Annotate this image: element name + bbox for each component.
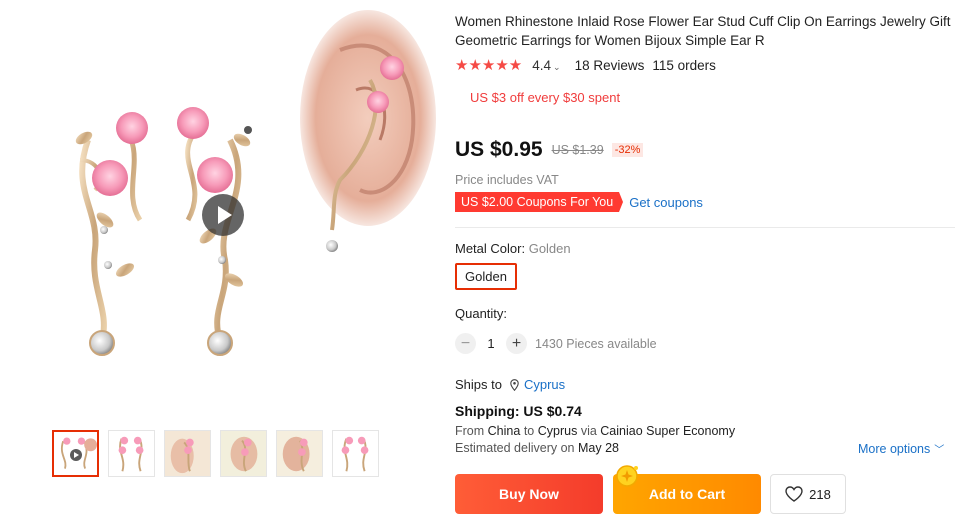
to-prefix: to (523, 424, 535, 438)
metal-color-label: Metal Color: Golden (455, 241, 571, 256)
sku-selected-value: Golden (528, 241, 571, 256)
wishlist-count: 218 (809, 486, 831, 502)
rating-number: 4.4 (532, 57, 552, 73)
vat-note: Price includes VAT (455, 173, 559, 187)
from-prefix: From (455, 424, 485, 438)
coin-icon (616, 465, 638, 487)
quantity-plus-button[interactable]: + (506, 333, 527, 354)
wishlist-button[interactable]: 218 (770, 474, 846, 514)
heart-icon (785, 486, 803, 502)
rating-row: ★★★★★ 4.4 ⌄ 18 Reviews 115 orders (455, 56, 716, 74)
store-promo[interactable]: US $3 off every $30 spent (470, 90, 620, 105)
delivery-date: May 28 (578, 441, 619, 455)
via-prefix: via (580, 424, 597, 438)
more-options-label: More options (858, 442, 931, 456)
shipping-cost: Shipping: US $0.74 (455, 403, 582, 419)
quantity-label: Quantity: (455, 306, 508, 321)
ship-country-select[interactable]: Cyprus (524, 377, 565, 392)
chevron-down-icon: ﹀ (934, 445, 945, 456)
rating-value[interactable]: 4.4 ⌄ (532, 58, 560, 73)
get-coupons-link[interactable]: Get coupons (629, 195, 703, 210)
star-rating-icon: ★★★★★ (455, 57, 523, 74)
thumbnail-image (277, 431, 322, 476)
destination-country: Cyprus (537, 424, 578, 438)
buy-now-button[interactable]: Buy Now (455, 474, 603, 514)
thumbnail-item[interactable] (52, 430, 99, 477)
thumbnail-item[interactable] (276, 430, 323, 477)
est-prefix: Estimated delivery on (455, 441, 575, 455)
thumbnail-image (221, 431, 266, 476)
divider (455, 227, 955, 228)
play-icon (70, 449, 82, 461)
product-title: Women Rhinestone Inlaid Rose Flower Ear … (455, 14, 951, 48)
reviews-link[interactable]: 18 Reviews (575, 58, 645, 73)
play-video-button[interactable] (202, 194, 244, 236)
thumbnail-strip (52, 430, 379, 477)
quantity-input[interactable]: 1 (476, 336, 506, 351)
discount-badge: -32% (611, 143, 644, 157)
stock-available: 1430 Pieces available (535, 336, 657, 351)
origin-country: China (487, 424, 521, 438)
shipping-route: From China to Cyprus via Cainiao Super E… (455, 424, 735, 438)
more-options-link[interactable]: More options ﹀ (858, 441, 944, 456)
quantity-stepper: − 1 + 1430 Pieces available (455, 333, 657, 354)
thumbnail-item[interactable] (164, 430, 211, 477)
coupon-row: US $2.00 Coupons For You Get coupons (455, 192, 703, 212)
coupon-badge[interactable]: US $2.00 Coupons For You (455, 192, 624, 212)
sku-label: Metal Color: (455, 241, 526, 256)
original-price: US $1.39 (551, 143, 604, 157)
shipping-method: Cainiao Super Economy (600, 424, 736, 438)
thumbnail-image (165, 431, 210, 476)
play-icon (218, 206, 232, 224)
thumbnail-item[interactable] (108, 430, 155, 477)
quantity-minus-button[interactable]: − (455, 333, 476, 354)
chevron-down-icon: ⌄ (553, 61, 561, 72)
location-pin-icon (510, 378, 519, 391)
thumbnail-image (333, 431, 378, 476)
ships-to-row: Ships to Cyprus (455, 377, 565, 392)
orders-count: 115 orders (652, 57, 716, 73)
thumbnail-item[interactable] (220, 430, 267, 477)
current-price: US $0.95 (455, 138, 543, 161)
estimated-delivery: Estimated delivery on May 28 (455, 441, 619, 455)
main-product-image[interactable] (40, 10, 440, 410)
thumbnail-item[interactable] (332, 430, 379, 477)
price-row: US $0.95 US $1.39 -32% (455, 138, 644, 162)
ships-to-label: Ships to (455, 377, 502, 392)
sku-option-golden[interactable]: Golden (455, 263, 517, 290)
thumbnail-image (109, 431, 154, 476)
